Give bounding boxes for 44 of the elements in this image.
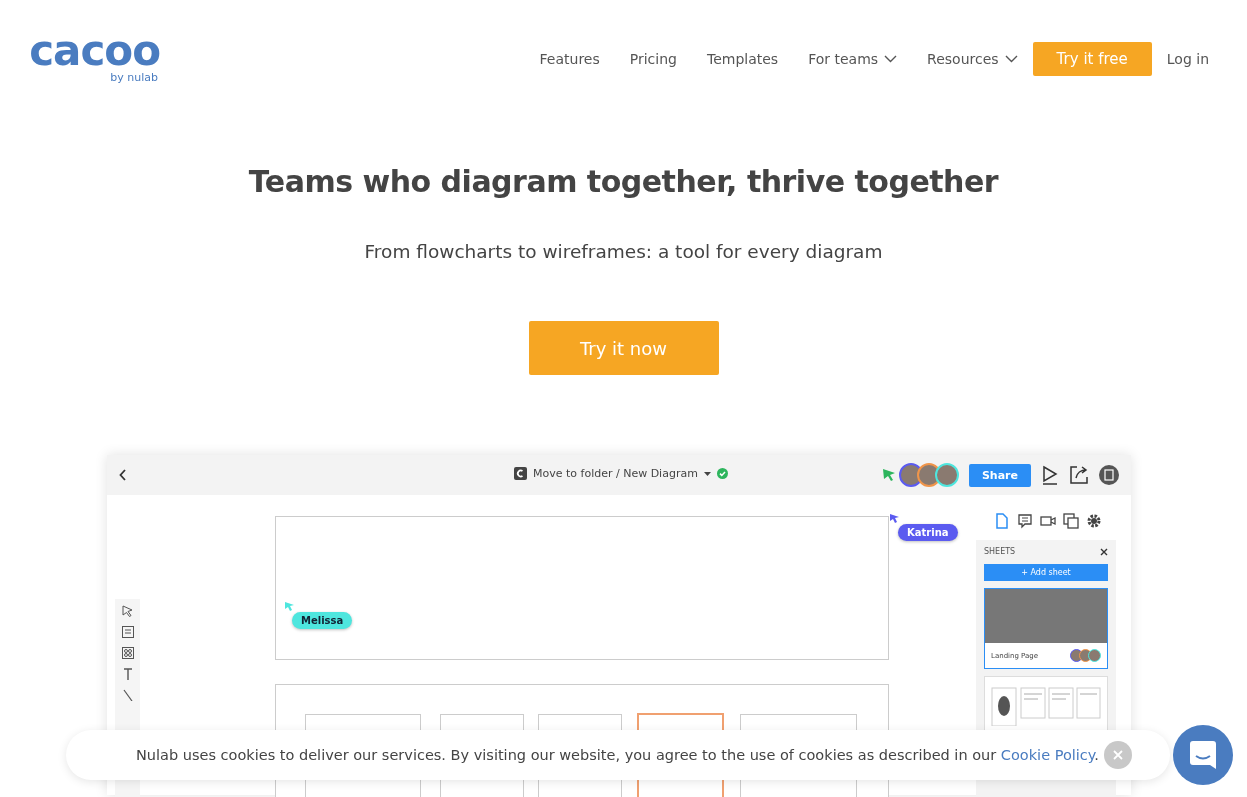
user-cursor-label: Melissa <box>292 612 353 629</box>
panel-title: SHEETS <box>984 547 1016 556</box>
settings-icon[interactable] <box>1086 513 1102 529</box>
breadcrumb-title[interactable]: Move to folder / New Diagram <box>533 467 698 480</box>
text-tool-icon[interactable] <box>122 668 133 680</box>
chevron-down-icon <box>884 55 898 63</box>
copy-icon[interactable] <box>1063 513 1079 529</box>
grid-icon[interactable] <box>121 647 134 659</box>
shape-icon[interactable] <box>121 626 134 638</box>
chat-button[interactable] <box>1173 725 1233 785</box>
chat-bubble-icon <box>1190 741 1216 769</box>
cookie-notice: Nulab uses cookies to deliver our services. By visiting our website, you agree to the use of cookies as described in our Cookie Policy. <box>136 747 1099 763</box>
app-logo-icon <box>514 467 527 480</box>
user-avatar <box>1088 649 1101 662</box>
cursor-icon <box>882 469 895 481</box>
nav-dropdown[interactable]: Resources <box>912 51 1033 67</box>
document-icon[interactable] <box>1099 465 1119 485</box>
cursor-icon <box>285 602 294 611</box>
line-tool-icon[interactable] <box>122 689 133 701</box>
hero-title: Teams who diagram together, thrive together <box>248 164 999 199</box>
back-chevron-icon[interactable] <box>119 469 127 481</box>
chevron-down-icon <box>1004 55 1018 63</box>
close-icon <box>1113 750 1123 760</box>
nav-link[interactable]: Log in <box>1151 51 1224 67</box>
play-icon[interactable] <box>1041 465 1059 485</box>
hero-subtitle: From flowcharts to wireframes: a tool for every diagram <box>364 241 883 262</box>
caret-icon <box>703 471 711 476</box>
comment-icon[interactable] <box>1017 513 1033 529</box>
nav-link[interactable]: Features <box>524 51 615 67</box>
user-avatar <box>934 463 959 487</box>
video-icon[interactable] <box>1040 513 1056 529</box>
nav-link[interactable]: Templates <box>691 51 794 67</box>
pointer-icon[interactable] <box>122 605 133 617</box>
logo-wordmark[interactable]: cacoo <box>29 32 160 70</box>
nav-link[interactable]: Pricing <box>614 51 692 67</box>
sheet-card[interactable] <box>984 676 1108 731</box>
export-icon[interactable] <box>1069 465 1089 485</box>
close-icon[interactable] <box>1100 547 1108 556</box>
cursor-icon <box>890 514 899 523</box>
user-cursor-label: Katrina <box>898 524 958 541</box>
cookie-policy-link[interactable]: Cookie Policy <box>1000 747 1095 763</box>
sheets-icon[interactable] <box>994 513 1010 529</box>
logo-byline: by nulab <box>110 71 158 84</box>
nav-dropdown[interactable]: For teams <box>793 51 913 67</box>
